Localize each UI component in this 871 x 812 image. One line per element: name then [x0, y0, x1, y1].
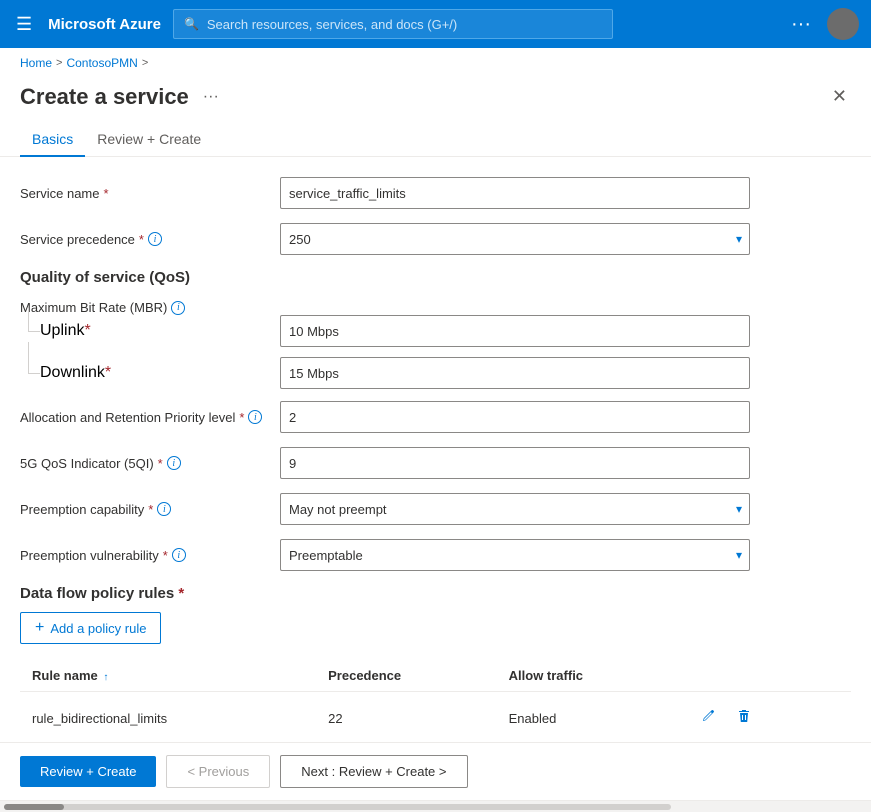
service-precedence-select[interactable]: 250 100 200 300	[280, 223, 750, 255]
preemption-vul-required: *	[163, 548, 168, 563]
arp-row: Allocation and Retention Priority level …	[20, 401, 851, 433]
service-precedence-select-wrapper: 250 100 200 300 ▾	[280, 223, 750, 255]
mbr-label: Maximum Bit Rate (MBR) i	[20, 300, 280, 315]
delete-trash-icon	[736, 708, 752, 724]
nav-right-section: ···	[791, 8, 859, 40]
tabs-container: Basics Review + Create	[0, 111, 871, 157]
avatar[interactable]	[827, 8, 859, 40]
service-name-row: Service name *	[20, 177, 851, 209]
col-allow-traffic: Allow traffic	[497, 660, 680, 692]
traffic-cell: Enabled	[497, 692, 680, 743]
scroll-track	[4, 804, 671, 810]
rule-name-cell: rule_bidirectional_limits	[20, 692, 316, 743]
arp-input[interactable]	[280, 401, 750, 433]
downlink-row: Downlink *	[20, 357, 851, 389]
arp-required: *	[239, 410, 244, 425]
scroll-thumb[interactable]	[4, 804, 64, 810]
qos-required: *	[158, 456, 163, 471]
breadcrumb: Home > ContosoPMN >	[0, 48, 871, 78]
preemption-cap-required: *	[148, 502, 153, 517]
policy-table-body: rule_bidirectional_limits 22 Enabled	[20, 692, 851, 743]
service-name-label: Service name *	[20, 186, 280, 201]
policy-table-header: Rule name ↑ Precedence Allow traffic	[20, 660, 851, 692]
arp-label: Allocation and Retention Priority level …	[20, 410, 280, 425]
preemption-vul-label: Preemption vulnerability * i	[20, 548, 280, 563]
dialog-header: Create a service ··· ✕	[0, 78, 871, 111]
azure-logo-title: Microsoft Azure	[48, 16, 161, 33]
preemption-vul-info-icon[interactable]: i	[172, 548, 186, 562]
data-flow-required: *	[178, 585, 184, 602]
preemption-cap-label: Preemption capability * i	[20, 502, 280, 517]
qos-indicator-input[interactable]	[280, 447, 750, 479]
policy-rules-table: Rule name ↑ Precedence Allow traffic rul…	[20, 660, 851, 742]
uplink-input[interactable]	[280, 315, 750, 347]
breadcrumb-home[interactable]: Home	[20, 56, 52, 70]
breadcrumb-sep1: >	[56, 57, 62, 69]
preemption-cap-select[interactable]: May not preempt May preempt	[280, 493, 750, 525]
top-navbar: ☰ Microsoft Azure 🔍 Search resources, se…	[0, 0, 871, 48]
dialog-more-options-icon[interactable]: ···	[199, 84, 223, 110]
search-icon: 🔍	[184, 17, 199, 31]
service-name-required: *	[103, 186, 108, 201]
uplink-required: *	[84, 322, 90, 340]
main-content-area: Home > ContosoPMN > Create a service ···…	[0, 48, 871, 800]
next-review-create-button[interactable]: Next : Review + Create >	[280, 755, 467, 788]
tab-basics[interactable]: Basics	[20, 123, 85, 157]
sort-arrow-icon: ↑	[103, 672, 108, 683]
service-precedence-info-icon[interactable]: i	[148, 232, 162, 246]
search-bar[interactable]: 🔍 Search resources, services, and docs (…	[173, 9, 613, 39]
hamburger-menu-icon[interactable]: ☰	[12, 10, 36, 39]
qos-indicator-row: 5G QoS Indicator (5QI) * i	[20, 447, 851, 479]
plus-icon: +	[35, 619, 44, 637]
downlink-label: Downlink	[40, 364, 105, 382]
dialog-title-row: Create a service ···	[20, 84, 223, 110]
service-precedence-row: Service precedence * i 250 100 200 300 ▾	[20, 223, 851, 255]
close-button[interactable]: ✕	[828, 82, 851, 111]
preemption-cap-info-icon[interactable]: i	[157, 502, 171, 516]
page-title: Create a service	[20, 84, 189, 110]
form-content: Service name * Service precedence * i 25…	[0, 157, 871, 742]
uplink-row: Uplink *	[20, 315, 851, 347]
col-rule-name: Rule name ↑	[20, 660, 316, 692]
mbr-info-icon[interactable]: i	[171, 301, 185, 315]
arp-info-icon[interactable]: i	[248, 410, 262, 424]
downlink-label-container: Downlink *	[20, 364, 280, 382]
col-actions	[680, 660, 851, 692]
downlink-input[interactable]	[280, 357, 750, 389]
preemption-cap-select-wrapper: May not preempt May preempt ▾	[280, 493, 750, 525]
precedence-cell: 22	[316, 692, 497, 743]
edit-pencil-icon	[700, 708, 716, 724]
service-precedence-label: Service precedence * i	[20, 232, 280, 247]
uplink-label: Uplink	[40, 322, 84, 340]
tab-review-create[interactable]: Review + Create	[85, 123, 213, 157]
qos-indicator-info-icon[interactable]: i	[167, 456, 181, 470]
downlink-required: *	[105, 364, 111, 382]
qos-section-header: Quality of service (QoS)	[20, 269, 851, 286]
uplink-label-container: Uplink *	[20, 322, 280, 340]
qos-indicator-label: 5G QoS Indicator (5QI) * i	[20, 456, 280, 471]
delete-rule-button[interactable]	[728, 704, 760, 733]
data-flow-section-header: Data flow policy rules *	[20, 585, 851, 602]
service-precedence-required: *	[139, 232, 144, 247]
add-policy-rule-button[interactable]: + Add a policy rule	[20, 612, 161, 644]
service-name-input[interactable]	[280, 177, 750, 209]
table-header-row: Rule name ↑ Precedence Allow traffic	[20, 660, 851, 692]
preemption-vul-select[interactable]: Preemptable Not preemptable	[280, 539, 750, 571]
edit-rule-button[interactable]	[692, 704, 724, 733]
search-placeholder-text: Search resources, services, and docs (G+…	[207, 17, 457, 32]
actions-cell	[680, 692, 851, 742]
horizontal-scrollbar[interactable]	[0, 800, 871, 812]
breadcrumb-sep2: >	[142, 57, 148, 69]
breadcrumb-contoso[interactable]: ContosoPMN	[66, 56, 137, 70]
preemption-vul-select-wrapper: Preemptable Not preemptable ▾	[280, 539, 750, 571]
preemption-vul-row: Preemption vulnerability * i Preemptable…	[20, 539, 851, 571]
nav-more-icon[interactable]: ···	[791, 13, 811, 36]
review-create-button[interactable]: Review + Create	[20, 756, 156, 787]
table-row: rule_bidirectional_limits 22 Enabled	[20, 692, 851, 743]
col-precedence: Precedence	[316, 660, 497, 692]
preemption-cap-row: Preemption capability * i May not preemp…	[20, 493, 851, 525]
dialog-footer: Review + Create < Previous Next : Review…	[0, 742, 871, 800]
previous-button[interactable]: < Previous	[166, 755, 270, 788]
mbr-section: Maximum Bit Rate (MBR) i	[20, 300, 851, 315]
